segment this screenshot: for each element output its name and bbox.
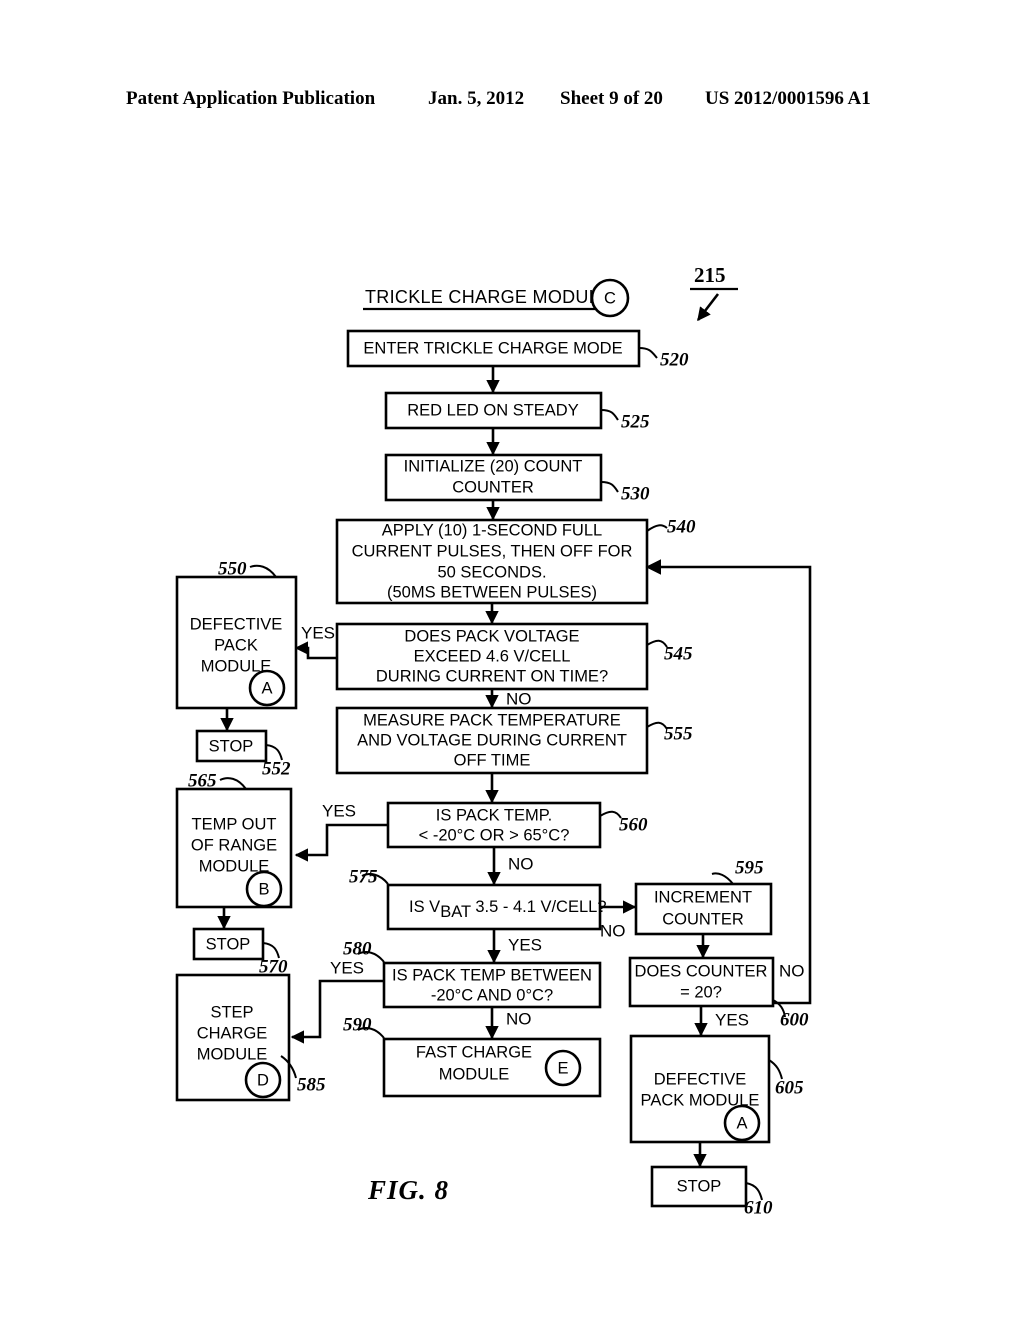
overall-reference-label: 215 bbox=[694, 263, 726, 287]
ref-number-552: 552 bbox=[262, 758, 291, 779]
node-575-subscript: BAT bbox=[440, 903, 471, 921]
node-552-line-0: STOP bbox=[209, 737, 254, 755]
ref-number-585: 585 bbox=[297, 1074, 326, 1095]
connector-e-label-590: E bbox=[557, 1059, 568, 1077]
leader-525 bbox=[600, 409, 619, 421]
edge-label-no-545: NO bbox=[506, 689, 532, 708]
edge-label-yes-560: YES bbox=[322, 801, 356, 820]
node-560-line-1: < -20°C OR > 65°C? bbox=[419, 826, 570, 844]
node-555-line-2: OFF TIME bbox=[454, 751, 531, 769]
edge-label-no-580: NO bbox=[506, 1009, 532, 1028]
ref-number-555: 555 bbox=[664, 723, 693, 744]
node-560-line-0: IS PACK TEMP. bbox=[436, 806, 552, 824]
node-530-line-1: COUNTER bbox=[452, 478, 534, 496]
leader-530 bbox=[600, 481, 619, 493]
node-550-line-1: PACK bbox=[214, 636, 258, 654]
connector-d-label-585: D bbox=[257, 1071, 269, 1089]
ref-number-520: 520 bbox=[660, 349, 689, 370]
node-540-line-2: 50 SECONDS. bbox=[437, 563, 546, 581]
leader-605 bbox=[768, 1059, 783, 1080]
node-575-post: 3.5 - 4.1 V/CELL? bbox=[471, 898, 607, 916]
leader-595 bbox=[711, 872, 734, 885]
edge-label-no-600: NO bbox=[779, 961, 805, 980]
connector-b-label-565: B bbox=[258, 880, 269, 898]
node-600-line-1: = 20? bbox=[680, 983, 722, 1001]
ref-number-560: 560 bbox=[619, 814, 648, 835]
connector-a-label-605: A bbox=[736, 1114, 747, 1132]
reference-arrow bbox=[696, 293, 720, 322]
ref-number-545: 545 bbox=[664, 643, 693, 664]
node-585-line-1: CHARGE bbox=[197, 1024, 268, 1042]
edge-600-no-feedback-to-540 bbox=[645, 559, 812, 1005]
diagram-title: TRICKLE CHARGE MODULE bbox=[365, 287, 611, 307]
figure-caption: FIG. 8 bbox=[368, 1175, 450, 1205]
ref-number-550: 550 bbox=[218, 558, 247, 579]
ref-number-580: 580 bbox=[343, 938, 372, 959]
ref-number-605: 605 bbox=[775, 1077, 804, 1098]
leader-560 bbox=[599, 810, 622, 819]
node-540-line-0: APPLY (10) 1-SECOND FULL bbox=[382, 521, 602, 539]
ref-number-565: 565 bbox=[188, 770, 217, 791]
ref-number-540: 540 bbox=[667, 516, 696, 537]
leader-565 bbox=[219, 777, 247, 790]
edge-560-yes-to-565 bbox=[294, 823, 388, 862]
leader-540 bbox=[646, 524, 668, 532]
leader-550 bbox=[249, 564, 277, 578]
edge-label-yes-580: YES bbox=[330, 958, 364, 977]
patent-figure-page: Patent Application Publication Jan. 5, 2… bbox=[0, 0, 1024, 1320]
node-580-line-0: IS PACK TEMP BETWEEN bbox=[392, 966, 592, 984]
edge-label-yes-575: YES bbox=[508, 935, 542, 954]
node-550-line-0: DEFECTIVE bbox=[190, 615, 283, 633]
edge-label-yes-600: YES bbox=[715, 1010, 749, 1029]
connector-a-label-550: A bbox=[261, 679, 272, 697]
edge-label-yes-545: YES bbox=[301, 623, 335, 642]
node-595-line-1: COUNTER bbox=[662, 910, 744, 928]
node-590-line-1: MODULE bbox=[439, 1065, 510, 1083]
edge-label-no-575: NO bbox=[600, 921, 626, 940]
node-585-line-0: STEP bbox=[210, 1003, 253, 1021]
node-525-line-0: RED LED ON STEADY bbox=[407, 401, 578, 419]
node-555-line-0: MEASURE PACK TEMPERATURE bbox=[363, 711, 621, 729]
node-565-line-1: OF RANGE bbox=[191, 836, 277, 854]
node-595-line-0: INCREMENT bbox=[654, 888, 752, 906]
node-545-line-1: EXCEED 4.6 V/CELL bbox=[414, 647, 571, 665]
edge-545-yes-to-550 bbox=[294, 641, 337, 660]
node-545-line-2: DURING CURRENT ON TIME? bbox=[376, 667, 608, 685]
node-540-line-1: CURRENT PULSES, THEN OFF FOR bbox=[352, 542, 633, 560]
ref-number-595: 595 bbox=[735, 857, 764, 878]
edge-label-no-560: NO bbox=[508, 854, 534, 873]
node-555-line-1: AND VOLTAGE DURING CURRENT bbox=[357, 731, 627, 749]
node-530-line-0: INITIALIZE (20) COUNT bbox=[404, 457, 583, 475]
connector-c-label: C bbox=[604, 289, 616, 307]
flowchart-diagram: 215 TRICKLE CHARGE MODULE C ENTER TRICKL… bbox=[175, 263, 812, 1218]
node-545-line-0: DOES PACK VOLTAGE bbox=[404, 627, 579, 645]
ref-number-590: 590 bbox=[343, 1014, 372, 1035]
node-575-pre: IS V bbox=[409, 898, 440, 916]
ref-number-575: 575 bbox=[349, 866, 378, 887]
node-540-line-3: (50MS BETWEEN PULSES) bbox=[387, 583, 597, 601]
node-520-line-0: ENTER TRICKLE CHARGE MODE bbox=[363, 339, 622, 357]
node-585-line-2: MODULE bbox=[197, 1045, 268, 1063]
node-610-line-0: STOP bbox=[677, 1177, 722, 1195]
leader-520 bbox=[638, 347, 658, 359]
node-580-line-1: -20°C AND 0°C? bbox=[431, 986, 553, 1004]
node-605-line-0: DEFECTIVE bbox=[654, 1070, 747, 1088]
ref-number-610: 610 bbox=[744, 1197, 773, 1218]
node-600-line-0: DOES COUNTER bbox=[635, 962, 768, 980]
node-590-line-0: FAST CHARGE bbox=[416, 1043, 532, 1061]
ref-number-525: 525 bbox=[621, 411, 650, 432]
ref-number-600: 600 bbox=[780, 1009, 809, 1030]
node-570-line-0: STOP bbox=[206, 935, 251, 953]
ref-number-530: 530 bbox=[621, 483, 650, 504]
node-565-line-0: TEMP OUT bbox=[192, 815, 277, 833]
